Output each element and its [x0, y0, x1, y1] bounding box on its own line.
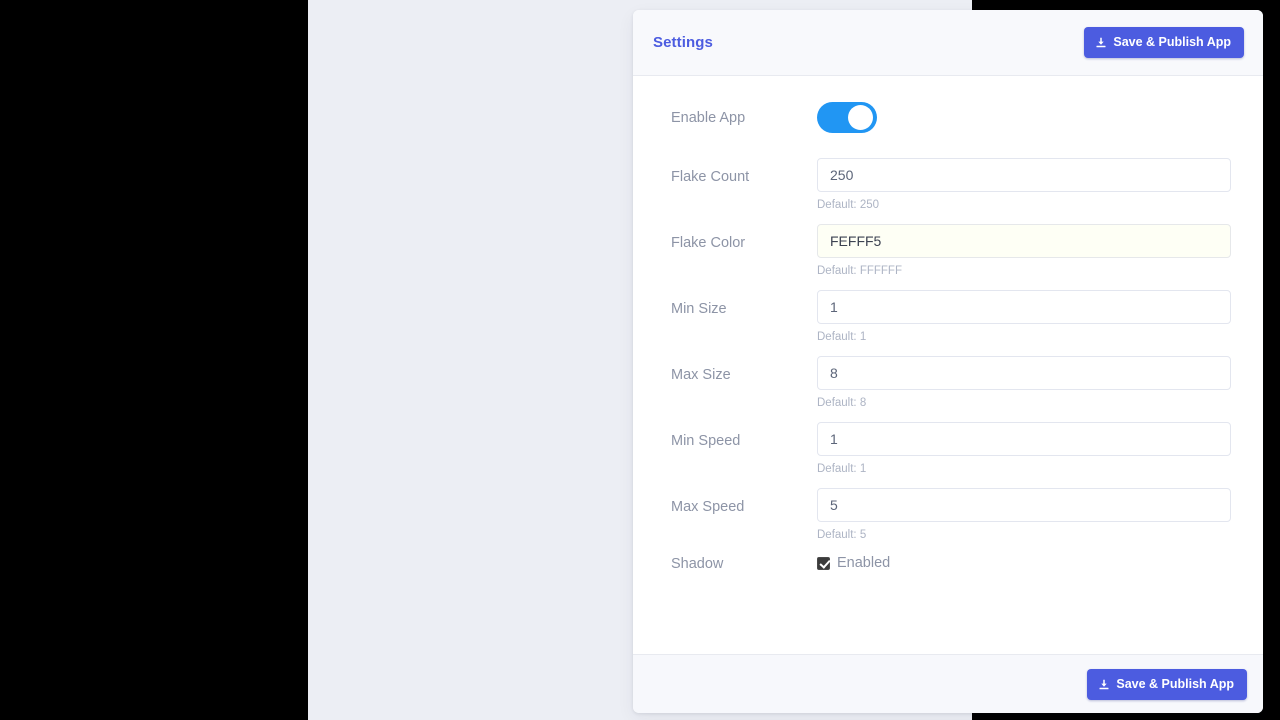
label-shadow: Shadow: [671, 556, 724, 572]
download-icon: [1095, 37, 1107, 49]
card-header: Settings Save & Publish App: [633, 10, 1263, 76]
help-flake-count: Default: 250: [817, 199, 880, 211]
input-min-size[interactable]: [817, 290, 1231, 324]
settings-form: Enable App Flake Count Default: 250: [633, 76, 1263, 654]
control-shadow: Enabled: [817, 554, 1227, 572]
form-row-shadow: Shadow Enabled: [671, 554, 1227, 574]
input-flake-color[interactable]: [817, 224, 1231, 258]
form-row-min-size: Min Size Default: 1: [671, 290, 1231, 344]
form-row-flake-count: Flake Count Default: 250: [671, 158, 1231, 212]
control-enable-app: [817, 102, 1227, 138]
header-save-button-label: Save & Publish App: [1113, 35, 1231, 49]
input-flake-count[interactable]: [817, 158, 1231, 192]
download-icon: [1098, 679, 1110, 691]
checkbox-shadow-label: Enabled: [837, 555, 891, 571]
help-min-size: Default: 1: [817, 331, 867, 343]
input-min-speed[interactable]: [817, 422, 1231, 456]
control-max-speed: Default: 5: [817, 488, 1231, 542]
control-flake-count: Default: 250: [817, 158, 1231, 212]
footer-save-and-publish-button[interactable]: Save & Publish App: [1087, 668, 1247, 700]
settings-card: Settings Save & Publish App Enable App F…: [633, 10, 1263, 713]
label-flake-color: Flake Color: [671, 235, 746, 251]
checkbox-shadow-enabled[interactable]: [817, 556, 830, 570]
form-row-enable-app: Enable App: [671, 102, 1227, 138]
header-save-and-publish-button[interactable]: Save & Publish App: [1084, 27, 1244, 58]
input-max-size[interactable]: [817, 356, 1231, 390]
help-flake-color: Default: FFFFFF: [817, 265, 902, 277]
label-max-speed: Max Speed: [671, 499, 745, 515]
page-background: Settings Save & Publish App Enable App F…: [308, 0, 1263, 720]
toggle-enable-app[interactable]: [817, 102, 877, 133]
form-row-max-size: Max Size Default: 8: [671, 356, 1231, 410]
page-title: Settings: [653, 34, 713, 51]
toggle-knob: [848, 105, 873, 130]
control-max-size: Default: 8: [817, 356, 1231, 410]
form-row-min-speed: Min Speed Default: 1: [671, 422, 1231, 476]
footer-save-button-label: Save & Publish App: [1116, 676, 1234, 691]
label-max-size: Max Size: [671, 367, 731, 383]
control-min-size: Default: 1: [817, 290, 1231, 344]
label-min-speed: Min Speed: [671, 433, 741, 449]
help-min-speed: Default: 1: [817, 463, 867, 475]
label-enable-app: Enable App: [671, 110, 746, 126]
screenshot-viewport: Settings Save & Publish App Enable App F…: [0, 0, 1280, 720]
input-max-speed[interactable]: [817, 488, 1231, 522]
control-min-speed: Default: 1: [817, 422, 1231, 476]
control-flake-color: Default: FFFFFF: [817, 224, 1231, 278]
form-row-flake-color: Flake Color Default: FFFFFF: [671, 224, 1231, 278]
label-min-size: Min Size: [671, 301, 727, 317]
card-footer: Save & Publish App: [633, 654, 1263, 713]
help-max-size: Default: 8: [817, 397, 867, 409]
label-flake-count: Flake Count: [671, 169, 750, 185]
form-row-max-speed: Max Speed Default: 5: [671, 488, 1231, 542]
help-max-speed: Default: 5: [817, 529, 867, 541]
shadow-checkbox-wrapper[interactable]: Enabled: [817, 554, 1227, 572]
